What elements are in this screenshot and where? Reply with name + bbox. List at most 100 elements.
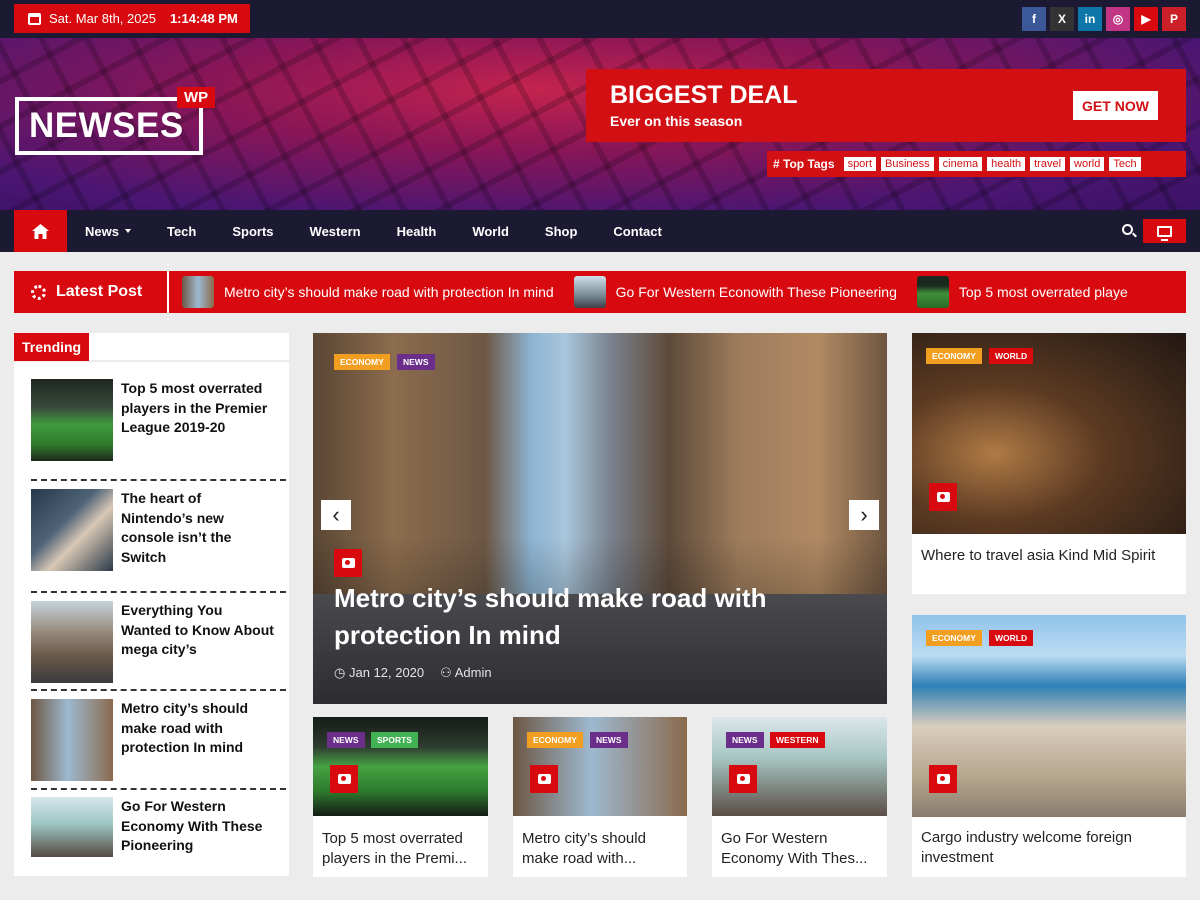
post-card[interactable]: ECONOMY WORLD Cargo industry welcome for…: [912, 615, 1186, 877]
trending-title[interactable]: Metro city’s should make road with prote…: [121, 699, 276, 758]
trending-title[interactable]: The heart of Nintendo’s new console isn’…: [121, 489, 276, 567]
social-links: f X in ◎ ▶ P: [1022, 7, 1186, 31]
divider: [31, 479, 286, 481]
post-card[interactable]: NEWS SPORTS Top 5 most overrated players…: [313, 717, 488, 877]
trending-thumbnail: [31, 379, 113, 461]
category-badge[interactable]: WESTERN: [770, 732, 825, 748]
trending-thumbnail: [31, 699, 113, 781]
logo-badge: WP: [177, 87, 216, 108]
hero-slider[interactable]: ECONOMY NEWS ‹ › Metro city’s should mak…: [313, 333, 887, 704]
deal-title: BIGGEST DEAL: [610, 81, 798, 109]
camera-icon: [729, 765, 757, 793]
ticker-item[interactable]: Go For Western Econowith These Pioneerin…: [573, 276, 897, 308]
main-nav: News Tech Sports Western Health World Sh…: [0, 210, 1200, 252]
category-badge[interactable]: NEWS: [726, 732, 764, 748]
ticker-thumbnail: [916, 276, 949, 308]
nav-item-world[interactable]: World: [472, 224, 509, 239]
facebook-icon[interactable]: f: [1022, 7, 1046, 31]
category-badge[interactable]: NEWS: [590, 732, 628, 748]
post-card-title[interactable]: Go For Western Economy With Thes...: [721, 829, 881, 869]
category-badge[interactable]: SPORTS: [371, 732, 418, 748]
post-card-title[interactable]: Where to travel asia Kind Mid Spirit: [921, 546, 1181, 566]
trending-title[interactable]: Everything You Wanted to Know About mega…: [121, 601, 276, 660]
nav-item-sports[interactable]: Sports: [232, 224, 273, 239]
pinterest-icon[interactable]: P: [1162, 7, 1186, 31]
nav-item-health[interactable]: Health: [397, 224, 437, 239]
trending-widget: Trending Top 5 most overrated players in…: [14, 333, 289, 876]
trending-header: Trending: [14, 333, 289, 362]
nav-item-western[interactable]: Western: [310, 224, 361, 239]
tag-cinema[interactable]: cinema: [938, 157, 983, 171]
camera-icon: [929, 765, 957, 793]
trending-title[interactable]: Top 5 most overrated players in the Prem…: [121, 379, 276, 438]
post-card-title[interactable]: Cargo industry welcome foreign investmen…: [921, 828, 1181, 868]
category-badge[interactable]: ECONOMY: [527, 732, 583, 748]
trending-item[interactable]: Top 5 most overrated players in the Prem…: [31, 379, 272, 463]
site-logo[interactable]: NEWSES: [15, 97, 203, 155]
post-card[interactable]: ECONOMY WORLD Where to travel asia Kind …: [912, 333, 1186, 594]
nav-item-shop[interactable]: Shop: [545, 224, 578, 239]
nav-item-contact[interactable]: Contact: [613, 224, 661, 239]
latest-post-bar: Latest Post Metro city’s should make roa…: [14, 271, 1186, 313]
post-card-title[interactable]: Metro city’s should make road with...: [522, 829, 682, 869]
current-date: Sat. Mar 8th, 2025: [49, 11, 156, 26]
camera-icon: [334, 549, 362, 577]
get-now-button[interactable]: GET NOW: [1073, 91, 1158, 120]
post-date: ◷ Jan 12, 2020: [334, 665, 425, 680]
x-icon[interactable]: X: [1050, 7, 1074, 31]
divider: [31, 689, 286, 691]
spinner-icon: [31, 284, 46, 300]
ticker-item[interactable]: Top 5 most overrated playe: [916, 276, 1128, 308]
trending-item[interactable]: The heart of Nintendo’s new console isn’…: [31, 489, 272, 573]
prev-slide-button[interactable]: ‹: [321, 500, 351, 530]
deal-banner[interactable]: BIGGEST DEAL Ever on this season GET NOW: [586, 69, 1186, 142]
instagram-icon[interactable]: ◎: [1106, 7, 1130, 31]
tag-world[interactable]: world: [1070, 157, 1105, 171]
tag-sport[interactable]: sport: [843, 157, 877, 171]
top-bar: Sat. Mar 8th, 2025 1:14:48 PM f X in ◎ ▶…: [0, 0, 1200, 38]
latest-post-label: Latest Post: [14, 271, 169, 313]
category-badge[interactable]: WORLD: [989, 630, 1034, 646]
trending-thumbnail: [31, 601, 113, 683]
post-author[interactable]: ⚇ Admin: [440, 665, 491, 681]
trending-item[interactable]: Go For Western Economy With These Pionee…: [31, 797, 272, 857]
tag-tech[interactable]: Tech: [1109, 157, 1141, 171]
trending-thumbnail: [31, 489, 113, 571]
youtube-icon[interactable]: ▶: [1134, 7, 1158, 31]
divider: [31, 788, 286, 790]
linkedin-icon[interactable]: in: [1078, 7, 1102, 31]
trending-item[interactable]: Metro city’s should make road with prote…: [31, 699, 272, 783]
live-tv-button[interactable]: [1143, 219, 1186, 243]
home-icon: [32, 223, 49, 239]
deal-subtitle: Ever on this season: [610, 113, 743, 129]
trending-thumbnail: [31, 797, 113, 857]
home-button[interactable]: [14, 210, 67, 252]
trending-label: Trending: [14, 333, 90, 361]
search-icon[interactable]: [1122, 224, 1133, 235]
tag-travel[interactable]: travel: [1030, 157, 1066, 171]
category-badge[interactable]: NEWS: [327, 732, 365, 748]
current-time: 1:14:48 PM: [169, 11, 238, 26]
category-badge[interactable]: ECONOMY: [926, 348, 982, 364]
category-badge[interactable]: NEWS: [397, 354, 435, 370]
top-tags-label: # Top Tags: [773, 157, 835, 171]
hero-title[interactable]: Metro city’s should make road with prote…: [334, 580, 854, 654]
post-card[interactable]: ECONOMY NEWS Metro city’s should make ro…: [513, 717, 687, 877]
ticker-thumbnail: [182, 276, 214, 308]
post-card-title[interactable]: Top 5 most overrated players in the Prem…: [322, 829, 482, 869]
category-badge[interactable]: WORLD: [989, 348, 1034, 364]
post-card[interactable]: NEWS WESTERN Go For Western Economy With…: [712, 717, 887, 877]
trending-item[interactable]: Everything You Wanted to Know About mega…: [31, 601, 274, 685]
top-tags: # Top Tags sport Business cinema health …: [767, 151, 1186, 177]
nav-item-tech[interactable]: Tech: [167, 224, 196, 239]
category-badge[interactable]: ECONOMY: [926, 630, 982, 646]
nav-item-news[interactable]: News: [85, 224, 131, 239]
trending-title[interactable]: Go For Western Economy With These Pionee…: [121, 797, 276, 856]
next-slide-button[interactable]: ›: [849, 500, 879, 530]
ticker-thumbnail: [573, 276, 606, 308]
tag-health[interactable]: health: [987, 157, 1026, 171]
ticker-item[interactable]: Metro city’s should make road with prote…: [182, 276, 554, 308]
category-badge[interactable]: ECONOMY: [334, 354, 390, 370]
date-time-box: Sat. Mar 8th, 2025 1:14:48 PM: [14, 4, 250, 33]
tag-business[interactable]: Business: [881, 157, 934, 171]
